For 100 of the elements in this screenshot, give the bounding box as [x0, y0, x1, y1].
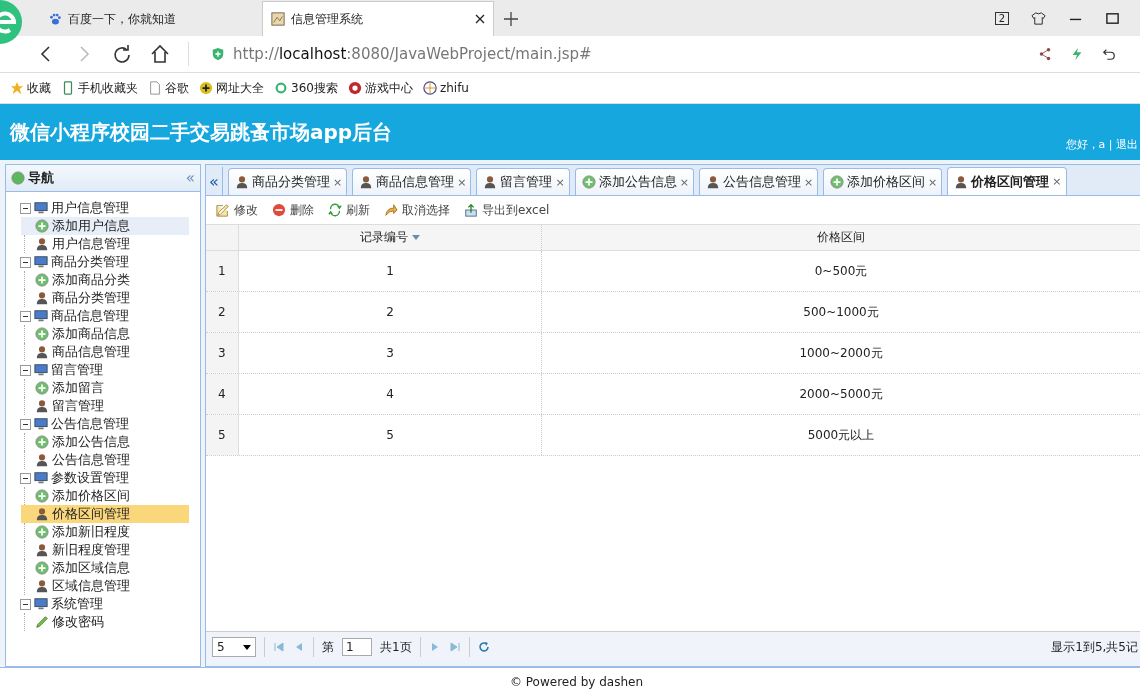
tree-item[interactable]: 商品信息管理	[21, 343, 189, 361]
arrow-icon	[384, 203, 398, 217]
collapse-toggle-icon[interactable]	[20, 472, 31, 484]
address-field[interactable]: http://localhost:8080/JavaWebProject/main.jsp#	[188, 42, 592, 66]
tree-item[interactable]: 留言管理	[21, 397, 189, 415]
close-icon[interactable]: ×	[803, 175, 814, 189]
tree-item[interactable]: 添加区域信息	[21, 559, 189, 577]
monitor-icon	[34, 363, 48, 377]
table-cell-text: 500~1000元	[802, 303, 880, 321]
close-icon[interactable]: ×	[457, 175, 467, 189]
user-icon	[483, 175, 498, 189]
refresh-icon[interactable]	[477, 641, 490, 653]
tree-group[interactable]: 系统管理	[51, 595, 103, 613]
close-icon[interactable]: ×	[333, 175, 343, 189]
lightning-icon[interactable]	[1070, 47, 1084, 61]
tab[interactable]: 留言管理 ×	[476, 168, 570, 195]
add-icon	[35, 327, 49, 341]
new-tab-icon[interactable]	[504, 12, 518, 26]
close-icon[interactable]: ×	[679, 175, 689, 189]
phone-icon	[61, 81, 75, 95]
tab[interactable]: 商品信息管理 ×	[352, 168, 472, 195]
bookmark-link[interactable]: 手机收藏夹	[61, 79, 138, 97]
shirt-icon[interactable]	[1031, 10, 1046, 26]
tree-item[interactable]: 添加用户信息	[21, 217, 189, 235]
tree-item[interactable]: 添加价格区间	[21, 487, 189, 505]
dropdown-caret-icon	[243, 644, 251, 650]
tab[interactable]: 公告信息管理 ×	[698, 168, 819, 195]
table-cell-text: 5000元以上	[806, 426, 876, 444]
close-icon[interactable]: ×	[555, 175, 565, 189]
user-icon	[35, 237, 49, 251]
tree-group[interactable]: 参数设置管理	[51, 469, 129, 487]
undo-icon[interactable]	[1102, 47, 1116, 61]
tree-item[interactable]: 添加商品分类	[21, 271, 189, 289]
user-icon	[35, 291, 49, 305]
collapse-toggle-icon[interactable]	[20, 202, 31, 214]
tree-group[interactable]: 公告信息管理	[51, 415, 129, 433]
tree-item[interactable]: 添加商品信息	[21, 325, 189, 343]
collapse-toggle-icon[interactable]	[20, 418, 31, 430]
tree-item[interactable]: 区域信息管理	[21, 577, 189, 595]
tree-item[interactable]: 添加新旧程度	[21, 523, 189, 541]
bookmark-link[interactable]: 游戏中心	[347, 79, 413, 97]
scroll-left-button[interactable]: «	[206, 167, 223, 195]
tree-item[interactable]: 商品分类管理	[21, 289, 189, 307]
tree-item[interactable]: 修改密码	[21, 613, 189, 631]
collapse-toggle-icon[interactable]	[20, 364, 31, 376]
toolbar-button[interactable]: 刷新	[328, 201, 370, 219]
tree-item[interactable]: 新旧程度管理	[21, 541, 189, 559]
toolbar-button[interactable]: 取消选择	[384, 201, 450, 219]
column-header[interactable]: 价格区间	[542, 225, 1140, 250]
monitor-icon	[34, 597, 48, 611]
tab[interactable]: 添加公告信息 ×	[574, 168, 694, 195]
toolbar-button[interactable]: 导出到excel	[464, 201, 550, 219]
column-header[interactable]: 记录编号	[239, 225, 542, 250]
tree-group[interactable]: 商品分类管理	[51, 253, 129, 271]
toolbar-button[interactable]: 删除	[272, 201, 314, 219]
collapse-toggle-icon[interactable]	[20, 310, 31, 322]
tree-item[interactable]: 用户信息管理	[21, 235, 189, 253]
tree-item[interactable]: 价格区间管理	[21, 505, 189, 523]
page-size-select[interactable]: 5	[212, 637, 256, 657]
bookmark-link[interactable]: zhifu	[422, 81, 469, 95]
maximize-icon[interactable]	[1105, 10, 1120, 26]
add-icon	[35, 273, 49, 287]
refresh-icon	[328, 203, 342, 217]
tab[interactable]: 添加价格区间 ×	[823, 168, 943, 195]
page-input[interactable]: 1	[342, 638, 372, 656]
close-icon[interactable]: ×	[1052, 175, 1062, 188]
bookmark-link[interactable]: 谷歌	[148, 79, 189, 97]
tab[interactable]: 商品分类管理 ×	[228, 168, 348, 195]
tab-count-badge[interactable]: 2	[994, 11, 1009, 25]
bookmark-link[interactable]: 360搜索	[274, 79, 338, 97]
collapse-toggle-icon[interactable]	[20, 598, 31, 610]
home-icon[interactable]	[150, 44, 170, 64]
close-icon[interactable]: ×	[928, 175, 938, 189]
user-icon	[359, 175, 374, 189]
total-pages: 共1页	[380, 638, 412, 656]
collapse-toggle-icon[interactable]	[20, 256, 31, 268]
toolbar-button[interactable]: 修改	[216, 201, 258, 219]
tree-item[interactable]: 添加公告信息	[21, 433, 189, 451]
close-icon[interactable]	[475, 14, 485, 24]
browser-tab[interactable]: 信息管理系统	[262, 1, 494, 36]
tree-item[interactable]: 添加留言	[21, 379, 189, 397]
monitor-icon	[34, 201, 48, 215]
share-icon[interactable]	[1038, 47, 1052, 61]
reload-icon[interactable]	[112, 44, 132, 64]
app-title: 微信小程序校园二手交易跳蚤市场app后台	[10, 118, 393, 146]
add-icon	[581, 175, 596, 189]
monitor-icon	[34, 471, 48, 485]
tree-group[interactable]: 留言管理	[51, 361, 103, 379]
browser-tab[interactable]: 百度一下，你就知道	[40, 2, 256, 36]
tree-item[interactable]: 公告信息管理	[21, 451, 189, 469]
add-icon	[35, 435, 49, 449]
upload-icon	[464, 203, 478, 217]
bookmark-link[interactable]: 网址大全	[199, 79, 264, 97]
row-number: 4	[206, 374, 239, 414]
bookmark-link[interactable]: 收藏	[10, 79, 51, 97]
tree-group[interactable]: 商品信息管理	[51, 307, 129, 325]
game-icon	[347, 81, 362, 95]
tab[interactable]: 价格区间管理 ×	[947, 167, 1067, 195]
tree-group[interactable]: 用户信息管理	[51, 199, 129, 217]
table-cell-text: 2000~5000元	[798, 385, 884, 403]
